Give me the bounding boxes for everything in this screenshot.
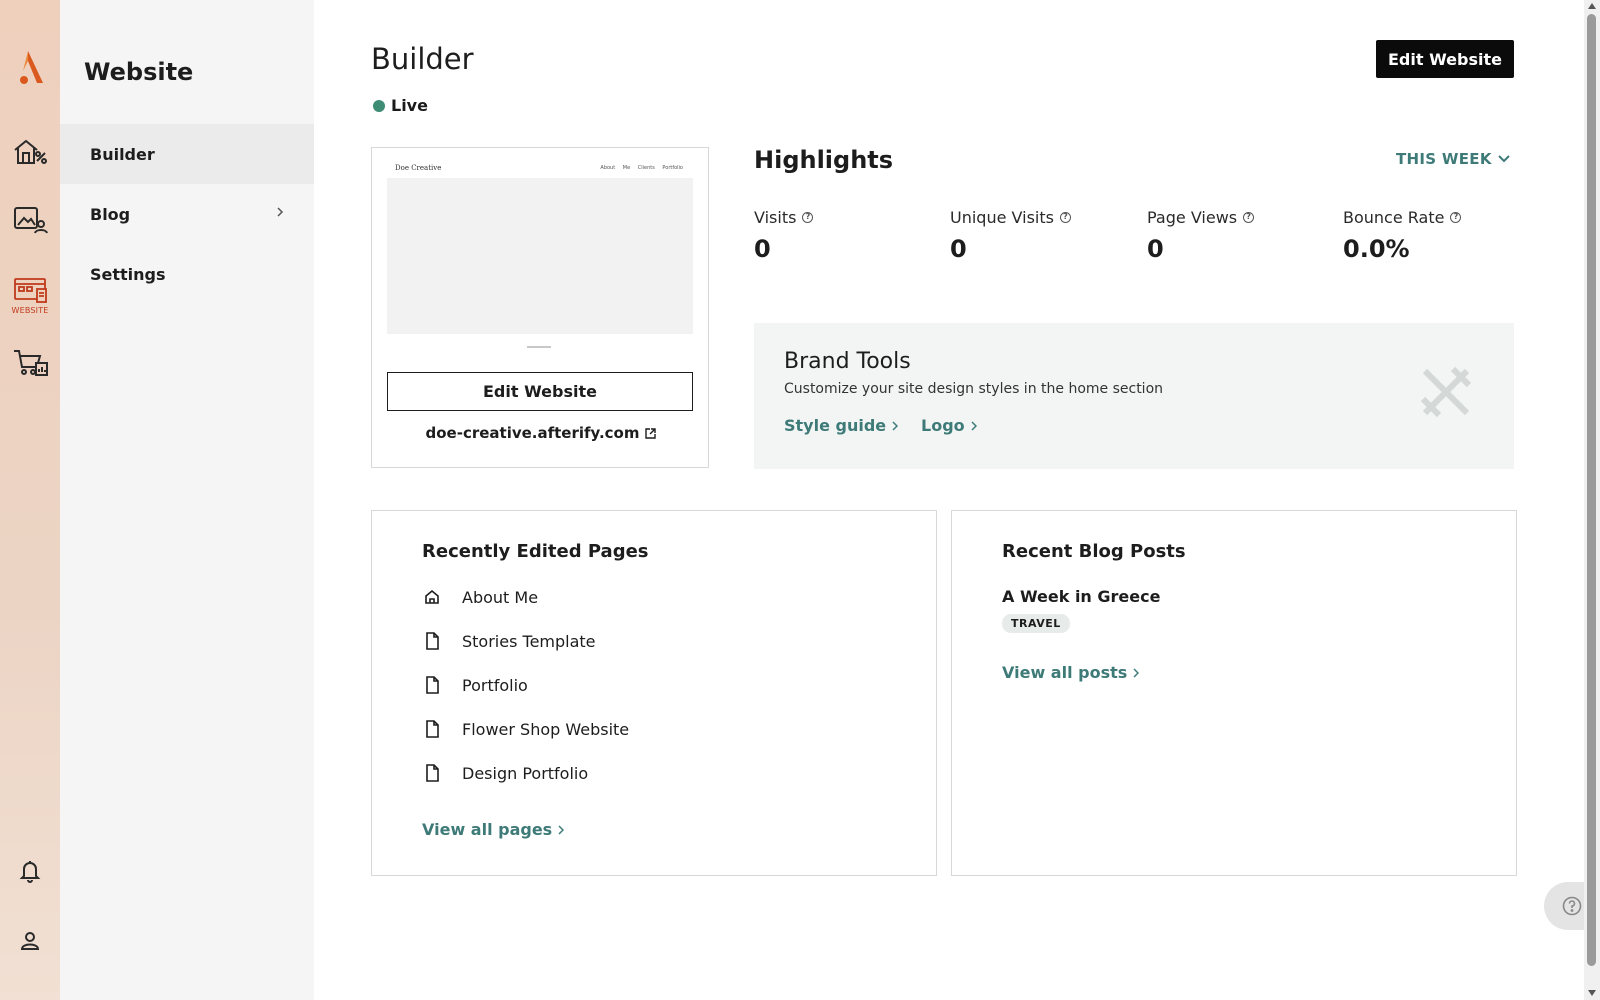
scrollbar[interactable] bbox=[1584, 0, 1600, 1000]
page-title: Builder bbox=[371, 42, 474, 76]
brand-tools-title: Brand Tools bbox=[784, 349, 911, 374]
website-icon[interactable]: WEBSITE bbox=[0, 274, 60, 318]
page-label: About Me bbox=[462, 587, 539, 607]
metric-label: Bounce Rate bbox=[1343, 208, 1445, 227]
metric-label: Page Views bbox=[1147, 208, 1238, 227]
chevron-right-icon bbox=[1133, 667, 1140, 678]
list-item[interactable]: Portfolio bbox=[422, 670, 528, 700]
app-rail: WEBSITE bbox=[0, 0, 60, 1000]
preview-edit-website-button[interactable]: Edit Website bbox=[387, 372, 693, 411]
list-item[interactable]: Design Portfolio bbox=[422, 758, 588, 788]
page-label: Flower Shop Website bbox=[462, 719, 630, 739]
metric-value: 0 bbox=[950, 235, 967, 263]
help-icon[interactable]: ? bbox=[1243, 212, 1255, 223]
file-icon bbox=[426, 764, 439, 782]
bell-icon[interactable] bbox=[0, 856, 60, 886]
thumbnail-nav: About Me Clients Portfolio bbox=[600, 165, 683, 171]
site-url-link[interactable]: doe-creative.afterify.com bbox=[372, 424, 710, 442]
metric-value: 0 bbox=[1147, 235, 1164, 263]
website-caption: WEBSITE bbox=[11, 306, 49, 315]
blog-post-title[interactable]: A Week in Greece bbox=[1002, 587, 1160, 606]
chevron-right-icon bbox=[277, 207, 284, 217]
store-icon[interactable] bbox=[0, 344, 60, 380]
link-label: Style guide bbox=[784, 416, 887, 435]
status-dot-icon bbox=[373, 99, 385, 112]
logo-icon[interactable] bbox=[0, 44, 60, 88]
page-label: Stories Template bbox=[462, 631, 596, 651]
scroll-up-arrow[interactable] bbox=[1588, 3, 1596, 9]
chevron-right-icon bbox=[892, 420, 899, 431]
help-icon[interactable]: ? bbox=[802, 212, 814, 223]
sidebar-item-settings[interactable]: Settings bbox=[60, 244, 314, 304]
external-link-icon bbox=[645, 427, 657, 439]
metric-label: Unique Visits bbox=[950, 208, 1054, 227]
style-guide-link[interactable]: Style guide bbox=[784, 416, 899, 435]
sidebar-item-label: Settings bbox=[90, 264, 166, 284]
recent-pages-panel: Recently Edited Pages About Me Stories T… bbox=[371, 510, 937, 876]
metric-label: Visits bbox=[754, 208, 797, 227]
page-label: Design Portfolio bbox=[462, 763, 589, 783]
metric-unique-visits: Unique Visits? 0 bbox=[950, 208, 1140, 263]
sidebar-item-blog[interactable]: Blog bbox=[60, 184, 314, 244]
website-sidebar: Website Builder Blog Settings bbox=[60, 0, 314, 1000]
chevron-right-icon bbox=[971, 420, 977, 431]
edit-website-button[interactable]: Edit Website bbox=[1376, 40, 1514, 78]
sidebar-item-builder[interactable]: Builder bbox=[60, 124, 314, 184]
site-thumbnail[interactable]: Doe Creative About Me Clients Portfolio bbox=[387, 162, 693, 358]
gallery-clients-icon[interactable] bbox=[0, 200, 60, 240]
file-icon bbox=[426, 720, 439, 738]
home-icon bbox=[425, 589, 439, 604]
link-label: View all pages bbox=[422, 820, 553, 839]
logo-link[interactable]: Logo bbox=[921, 416, 977, 435]
file-icon bbox=[426, 676, 439, 694]
sidebar-item-label: Blog bbox=[90, 204, 131, 224]
site-preview-card: Doe Creative About Me Clients Portfolio … bbox=[371, 147, 709, 468]
link-label: View all posts bbox=[1002, 663, 1128, 682]
list-item[interactable]: Stories Template bbox=[422, 626, 596, 656]
file-icon bbox=[426, 632, 439, 650]
highlights-title: Highlights bbox=[754, 146, 894, 174]
help-icon[interactable]: ? bbox=[1450, 212, 1462, 223]
design-tools-icon bbox=[1420, 366, 1472, 418]
view-all-posts-link[interactable]: View all posts bbox=[1002, 663, 1140, 682]
list-item[interactable]: About Me bbox=[422, 582, 538, 612]
scroll-down-arrow[interactable] bbox=[1588, 990, 1596, 996]
status-label: Live bbox=[391, 96, 428, 115]
metric-page-views: Page Views? 0 bbox=[1147, 208, 1337, 263]
status-badge: Live bbox=[373, 96, 428, 115]
blog-post-tag: TRAVEL bbox=[1002, 614, 1070, 633]
thumbnail-hero bbox=[387, 178, 693, 334]
brand-tools-card: Brand Tools Customize your site design s… bbox=[754, 323, 1514, 469]
metric-value: 0.0% bbox=[1343, 235, 1410, 263]
metric-visits: Visits? 0 bbox=[754, 208, 944, 263]
home-sales-icon[interactable] bbox=[0, 132, 60, 172]
help-icon bbox=[1562, 896, 1582, 916]
metric-value: 0 bbox=[754, 235, 771, 263]
brand-tools-description: Customize your site design styles in the… bbox=[784, 381, 1164, 397]
main-content: Builder Live Edit Website Doe Creative A… bbox=[314, 0, 1584, 1000]
time-range-label: THIS WEEK bbox=[1396, 150, 1492, 168]
time-range-dropdown[interactable]: THIS WEEK bbox=[1396, 150, 1510, 168]
recent-pages-title: Recently Edited Pages bbox=[422, 541, 649, 562]
recent-posts-panel: Recent Blog Posts A Week in Greece TRAVE… bbox=[951, 510, 1517, 876]
sidebar-item-label: Builder bbox=[90, 144, 155, 164]
list-item[interactable]: Flower Shop Website bbox=[422, 714, 629, 744]
page-label: Portfolio bbox=[462, 675, 528, 695]
chevron-right-icon bbox=[558, 824, 565, 835]
help-icon[interactable]: ? bbox=[1059, 212, 1071, 223]
metric-bounce-rate: Bounce Rate? 0.0% bbox=[1343, 208, 1533, 263]
recent-posts-title: Recent Blog Posts bbox=[1002, 541, 1186, 562]
sidebar-title: Website bbox=[84, 58, 194, 86]
user-icon[interactable] bbox=[0, 926, 60, 956]
thumbnail-brand: Doe Creative bbox=[395, 164, 442, 172]
scroll-thumb[interactable] bbox=[1587, 14, 1596, 966]
chevron-down-icon bbox=[1498, 155, 1510, 163]
link-label: Logo bbox=[921, 416, 965, 435]
site-url-text: doe-creative.afterify.com bbox=[425, 424, 640, 442]
thumbnail-footer bbox=[527, 346, 551, 348]
view-all-pages-link[interactable]: View all pages bbox=[422, 820, 565, 839]
